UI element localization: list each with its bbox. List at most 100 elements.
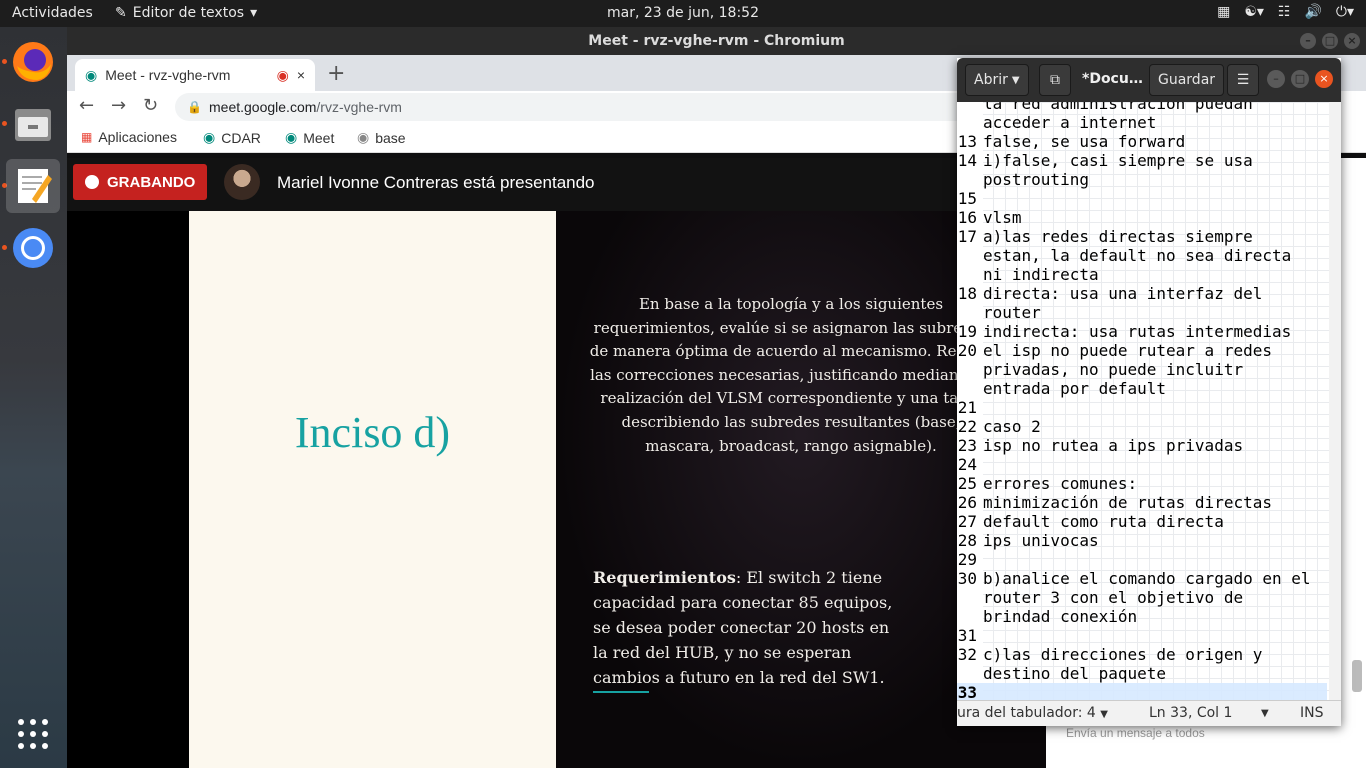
close-button[interactable]: × xyxy=(1315,70,1333,88)
text-editor-dock-icon[interactable] xyxy=(6,159,60,213)
app-menu-label: Editor de textos xyxy=(132,5,245,21)
bookmark-base[interactable]: ◉ base xyxy=(357,129,406,146)
tab-width-label: ura del tabulador: 4 xyxy=(957,705,1096,721)
maximize-button[interactable]: □ xyxy=(1322,33,1338,49)
close-button[interactable]: × xyxy=(1344,33,1360,49)
gedit-headerbar[interactable]: Abrir ▼ ⧉ *Docu… Guardar ☰ – □ × xyxy=(957,58,1341,102)
line-text: acceder a internet xyxy=(983,113,1157,132)
tab-meet[interactable]: ◉ Meet - rvz-vghe-rvm ◉ × xyxy=(75,59,315,91)
tab-close-icon[interactable]: × xyxy=(297,67,305,83)
chevron-down-icon[interactable]: ▼ xyxy=(1261,708,1269,719)
line-number xyxy=(957,664,979,683)
line-text: vlsm xyxy=(983,208,1022,227)
window-titlebar[interactable]: Meet - rvz-vghe-rvm - Chromium – □ × xyxy=(67,27,1366,55)
line-number: 21 xyxy=(957,398,977,417)
editor-line[interactable]: estan, la default no sea directa xyxy=(957,246,1327,265)
side-panel-scrollbar[interactable] xyxy=(1352,660,1362,692)
gedit-window: Abrir ▼ ⧉ *Docu… Guardar ☰ – □ × la red … xyxy=(957,58,1341,726)
new-tab-button[interactable]: + xyxy=(327,61,345,86)
editor-line[interactable]: 31 xyxy=(957,626,1327,645)
save-button[interactable]: Guardar xyxy=(1149,64,1225,96)
line-number: 32 xyxy=(957,645,977,664)
maximize-button[interactable]: □ xyxy=(1291,70,1309,88)
editor-line[interactable]: 22 caso 2 xyxy=(957,417,1327,436)
back-icon[interactable]: ← xyxy=(79,95,94,116)
bookmark-meet[interactable]: ◉ Meet xyxy=(285,129,334,146)
editor-scrollbar[interactable] xyxy=(1329,102,1341,700)
bookmark-apps[interactable]: ▦ Aplicaciones xyxy=(81,129,177,145)
activities-button[interactable]: Actividades xyxy=(12,5,93,21)
system-tray[interactable]: ▦ ☯▾ ☷ 🔊 ⏻▾ xyxy=(1217,4,1354,20)
files-icon[interactable] xyxy=(6,97,60,151)
current-line[interactable]: 33 xyxy=(957,683,1327,700)
editor-line[interactable]: privadas, no puede incluitr xyxy=(957,360,1327,379)
address-bar[interactable]: 🔒 meet.google.com/rvz-vghe-rvm xyxy=(175,93,1075,121)
power-icon[interactable]: ⏻▾ xyxy=(1336,4,1354,20)
workspace-icon[interactable]: ▦ xyxy=(1217,4,1230,20)
new-tab-doc-button[interactable]: ⧉ xyxy=(1039,64,1071,96)
text-editor-area[interactable]: la red administracion puedan acceder a in… xyxy=(957,102,1341,700)
editor-line[interactable]: postrouting xyxy=(957,170,1327,189)
line-number: 26 xyxy=(957,493,977,512)
hamburger-menu-button[interactable]: ☰ xyxy=(1227,64,1259,96)
show-apps-icon[interactable] xyxy=(6,707,60,761)
editor-line[interactable]: 17 a)las redes directas siempre xyxy=(957,227,1327,246)
recording-badge[interactable]: GRABANDO xyxy=(73,164,208,200)
editor-line[interactable]: 20 el isp no puede rutear a redes xyxy=(957,341,1327,360)
reload-icon[interactable]: ↻ xyxy=(143,95,158,116)
editor-line[interactable]: 24 xyxy=(957,455,1327,474)
network-icon[interactable]: ☷ xyxy=(1278,4,1291,20)
line-number: 17 xyxy=(957,227,977,246)
firefox-icon[interactable] xyxy=(6,35,60,89)
line-number xyxy=(957,170,979,189)
editor-line[interactable]: 29 xyxy=(957,550,1327,569)
editor-line[interactable]: brindad conexión xyxy=(957,607,1327,626)
editor-line[interactable]: 32 c)las direcciones de origen y xyxy=(957,645,1327,664)
editor-line[interactable]: 23 isp no rutea a ips privadas xyxy=(957,436,1327,455)
editor-line[interactable]: 30 b)analice el comando cargado en el xyxy=(957,569,1327,588)
bookmark-cdar[interactable]: ◉ CDAR xyxy=(203,129,261,146)
editor-line[interactable]: ni indirecta xyxy=(957,265,1327,284)
editor-line[interactable]: acceder a internet xyxy=(957,113,1327,132)
editor-line[interactable]: router 3 con el objetivo de xyxy=(957,588,1327,607)
editor-line[interactable]: 18 directa: usa una interfaz del xyxy=(957,284,1327,303)
tab-width-selector[interactable]: ura del tabulador: 4 ▼ xyxy=(957,705,1108,721)
line-text: errores comunes: xyxy=(983,474,1138,493)
editor-line[interactable]: 26 minimización de rutas directas xyxy=(957,493,1327,512)
editor-line[interactable]: la red administracion puedan xyxy=(957,102,1327,113)
line-text xyxy=(979,683,1327,700)
presenter-status: Mariel Ivonne Contreras está presentando xyxy=(277,173,595,192)
line-number: 28 xyxy=(957,531,977,550)
editor-line[interactable]: 13 false, se usa forward xyxy=(957,132,1327,151)
chromium-icon[interactable] xyxy=(6,221,60,275)
app-menu[interactable]: ✎ Editor de textos ▾ xyxy=(115,5,257,21)
editor-line[interactable]: 14 i)false, casi siempre se usa xyxy=(957,151,1327,170)
line-text: isp no rutea a ips privadas xyxy=(983,436,1244,455)
editor-line[interactable]: 15 xyxy=(957,189,1327,208)
open-button[interactable]: Abrir ▼ xyxy=(965,64,1029,96)
minimize-button[interactable]: – xyxy=(1267,70,1285,88)
editor-line[interactable]: 16 vlsm xyxy=(957,208,1327,227)
open-label: Abrir xyxy=(974,72,1008,88)
editor-line[interactable]: destino del paquete xyxy=(957,664,1327,683)
minimize-button[interactable]: – xyxy=(1300,33,1316,49)
cursor-position: Ln 33, Col 1 xyxy=(1149,705,1233,721)
editor-line[interactable]: 19 indirecta: usa rutas intermedias xyxy=(957,322,1327,341)
editor-line[interactable]: 28 ips univocas xyxy=(957,531,1327,550)
menu-icon: ☰ xyxy=(1236,72,1250,88)
editor-line[interactable]: entrada por default xyxy=(957,379,1327,398)
editor-line[interactable]: router xyxy=(957,303,1327,322)
line-number xyxy=(957,113,979,132)
insert-mode: INS xyxy=(1300,705,1324,721)
line-text: router 3 con el objetivo de xyxy=(983,588,1244,607)
editor-line[interactable]: 21 xyxy=(957,398,1327,417)
editor-line[interactable]: 25 errores comunes: xyxy=(957,474,1327,493)
meet-favicon-icon: ◉ xyxy=(203,129,216,145)
chat-input[interactable]: Envía un mensaje a todos xyxy=(1066,726,1205,740)
volume-icon[interactable]: 🔊 xyxy=(1304,4,1321,20)
line-text: false, se usa forward xyxy=(983,132,1186,151)
accessibility-icon[interactable]: ☯▾ xyxy=(1244,4,1264,20)
forward-icon[interactable]: → xyxy=(111,95,126,116)
editor-line[interactable]: 27 default como ruta directa xyxy=(957,512,1327,531)
top-bar: Actividades ✎ Editor de textos ▾ mar, 23… xyxy=(0,0,1366,27)
